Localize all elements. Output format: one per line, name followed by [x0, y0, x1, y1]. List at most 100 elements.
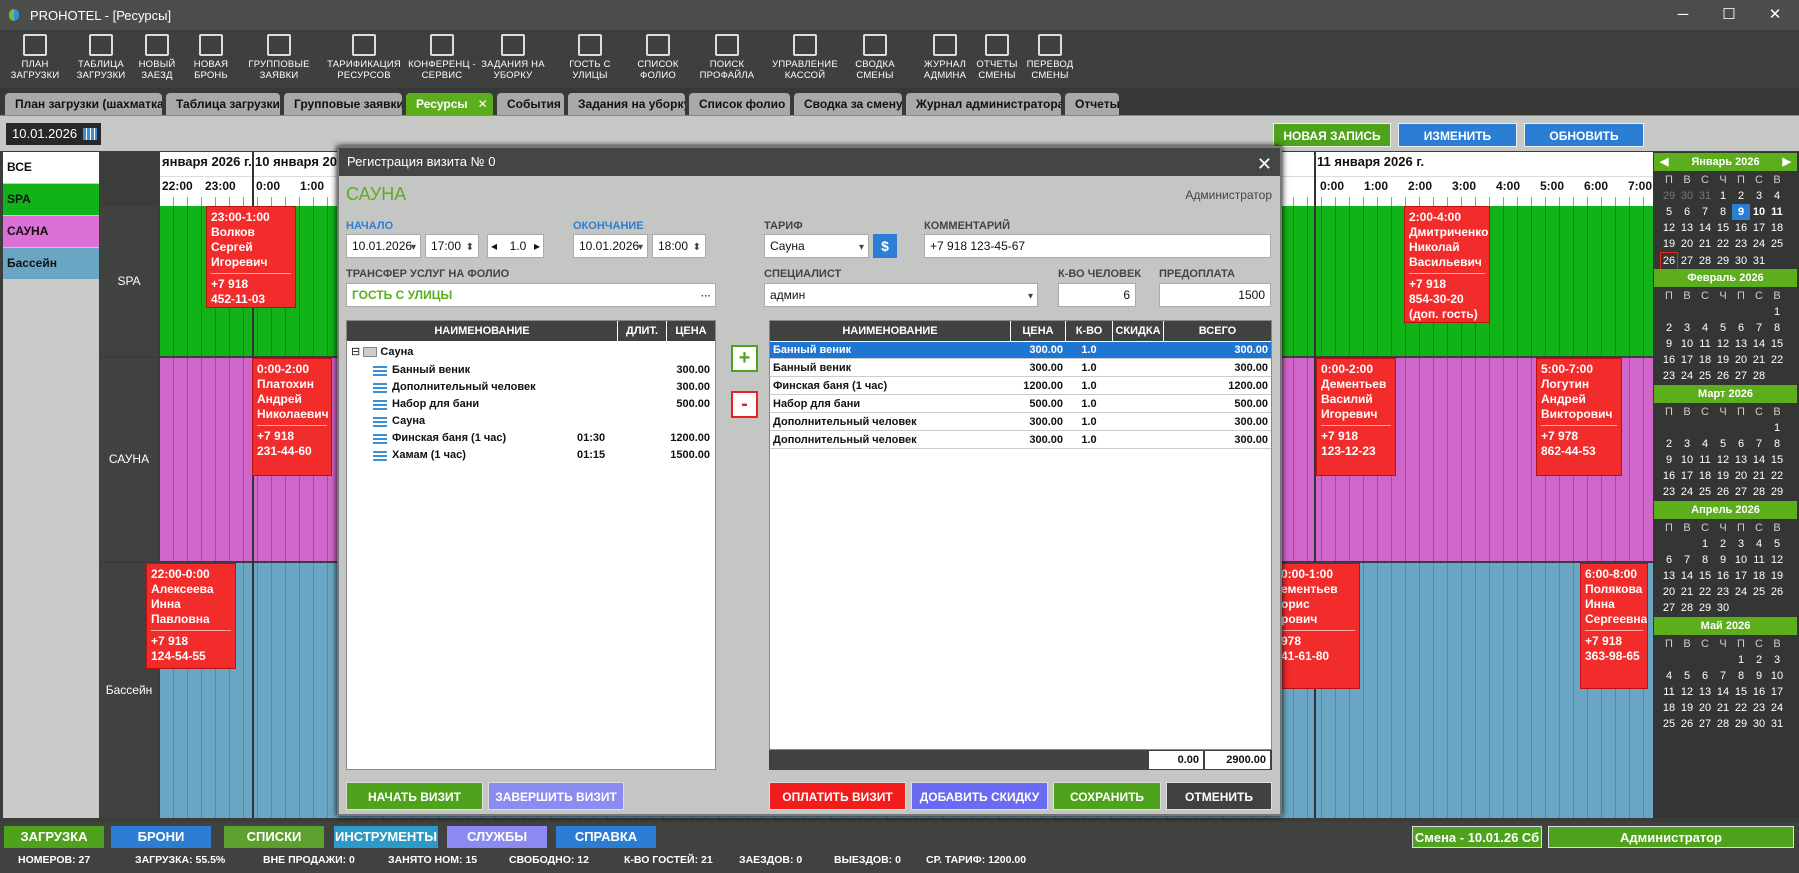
calendar-day[interactable]: 24: [1678, 368, 1696, 384]
pay-visit-button[interactable]: ОПЛАТИТЬ ВИЗИТ: [769, 782, 906, 810]
toolbar-folio-list-button[interactable]: СПИСОК ФОЛИО: [628, 30, 688, 88]
calendar-day[interactable]: 10: [1750, 204, 1768, 220]
calendar-day[interactable]: 15: [1696, 568, 1714, 584]
toolbar-cashbox-button[interactable]: УПРАВЛЕНИЕ КАССОЙ: [760, 30, 850, 88]
calendar-day[interactable]: 30: [1714, 600, 1732, 616]
toolbar-profile-search-button[interactable]: ПОИСК ПРОФАЙЛА: [682, 30, 772, 88]
toolbar-shift-transfer-button[interactable]: ПЕРЕВОД СМЕНЫ: [1010, 30, 1090, 88]
calendar-day[interactable]: 2: [1660, 320, 1678, 336]
calendar-day[interactable]: 26: [1768, 584, 1786, 600]
calendar-day[interactable]: 12: [1768, 552, 1786, 568]
tariff-select[interactable]: Сауна ▾: [764, 234, 869, 258]
calendar-icon[interactable]: [83, 128, 97, 140]
reservation-block[interactable]: 2:00-4:00 Дмитриченко Николай Васильевич +7 …: [1404, 206, 1490, 323]
calendar-day[interactable]: 9: [1660, 452, 1678, 468]
start-time-field[interactable]: 17:00 ⬍: [425, 234, 479, 258]
calendar-day[interactable]: 3: [1678, 320, 1696, 336]
calendar-day[interactable]: 6: [1678, 204, 1696, 220]
toolbar-new-checkin-button[interactable]: НОВЫЙ ЗАЕЗД: [134, 30, 180, 88]
tab-6[interactable]: Задания на уборку: [568, 93, 685, 115]
calendar-day[interactable]: 10: [1678, 452, 1696, 468]
calendar-day[interactable]: 20: [1660, 584, 1678, 600]
tree-root[interactable]: ⊟ Сауна: [351, 342, 413, 362]
calendar-day[interactable]: 18: [1696, 468, 1714, 484]
calendar-day[interactable]: 10: [1732, 552, 1750, 568]
toolbar-group-button[interactable]: ГРУППОВЫЕ ЗАЯВКИ: [244, 30, 314, 88]
calendar-day[interactable]: 23: [1732, 236, 1750, 252]
calendar-day[interactable]: 29: [1732, 716, 1750, 732]
calendar-day[interactable]: 22: [1714, 236, 1732, 252]
toolbar-plan-button[interactable]: ПЛАН ЗАГРУЗКИ: [0, 30, 70, 88]
calendar-day[interactable]: 14: [1750, 336, 1768, 352]
calendar-day[interactable]: 5: [1678, 668, 1696, 684]
calendar-day[interactable]: 28: [1750, 368, 1768, 384]
tab-2[interactable]: Таблица загрузки: [166, 93, 280, 115]
calendar-day[interactable]: 11: [1768, 204, 1786, 220]
calendar-day[interactable]: 1: [1696, 536, 1714, 552]
calendar-day[interactable]: 1: [1768, 304, 1786, 320]
calendar-day[interactable]: 15: [1768, 452, 1786, 468]
calendar-day[interactable]: 8: [1768, 436, 1786, 452]
calendar-day[interactable]: 30: [1678, 188, 1696, 204]
calendar-day[interactable]: 21: [1678, 584, 1696, 600]
toolbar-cleaning-button[interactable]: ЗАДАНИЯ НА УБОРКУ: [473, 30, 553, 88]
calendar-day[interactable]: 21: [1714, 700, 1732, 716]
calendar-day[interactable]: 16: [1660, 352, 1678, 368]
next-month-icon[interactable]: ▶: [1783, 153, 1791, 171]
calendar-day[interactable]: 3: [1768, 652, 1786, 668]
start-date-field[interactable]: 10.01.2026 ▾: [346, 234, 421, 258]
calendar-day[interactable]: 1: [1714, 188, 1732, 204]
calendar-day[interactable]: 11: [1660, 684, 1678, 700]
calendar-day[interactable]: 22: [1732, 700, 1750, 716]
calendar-day[interactable]: 17: [1768, 684, 1786, 700]
nav-services[interactable]: СЛУЖБЫ: [447, 826, 547, 848]
refresh-data-button[interactable]: ОБНОВИТЬ ДАННЫЕ: [1524, 123, 1644, 167]
prepay-input[interactable]: 1500: [1159, 283, 1271, 307]
calendar-day[interactable]: 25: [1768, 236, 1786, 252]
calendar-day[interactable]: 16: [1660, 468, 1678, 484]
tab-1[interactable]: План загрузки (шахматка): [5, 93, 162, 115]
nav-bookings[interactable]: БРОНИ: [111, 826, 211, 848]
calendar-day[interactable]: 6: [1696, 668, 1714, 684]
calendar-day[interactable]: 10: [1678, 336, 1696, 352]
calendar-day[interactable]: 22: [1768, 352, 1786, 368]
calendar-day[interactable]: 7: [1750, 320, 1768, 336]
calendar-day[interactable]: 5: [1714, 436, 1732, 452]
calendar-day[interactable]: 4: [1696, 320, 1714, 336]
calendar-day[interactable]: 13: [1732, 336, 1750, 352]
calendar-day[interactable]: 14: [1750, 452, 1768, 468]
calendar-day[interactable]: 22: [1768, 468, 1786, 484]
calendar-day[interactable]: 18: [1696, 352, 1714, 368]
calendar-day[interactable]: 14: [1714, 684, 1732, 700]
calendar-day[interactable]: 29: [1768, 484, 1786, 500]
calendar-day[interactable]: 28: [1714, 716, 1732, 732]
calendar-day[interactable]: 2: [1660, 436, 1678, 452]
calendar-day[interactable]: 24: [1732, 584, 1750, 600]
calendar-day[interactable]: 13: [1732, 452, 1750, 468]
calendar-day[interactable]: 25: [1696, 484, 1714, 500]
calendar-day[interactable]: 24: [1678, 484, 1696, 500]
end-date-field[interactable]: 10.01.2026 ▾: [573, 234, 648, 258]
currency-button[interactable]: $: [873, 234, 897, 258]
toolbar-new-booking-button[interactable]: НОВАЯ БРОНЬ: [183, 30, 239, 88]
calendar-day[interactable]: 8: [1714, 204, 1732, 220]
maximize-button[interactable]: ☐: [1706, 0, 1752, 30]
calendar-day[interactable]: 27: [1678, 253, 1696, 269]
calendar-day[interactable]: 18: [1660, 700, 1678, 716]
calendar-day[interactable]: 2: [1732, 188, 1750, 204]
calendar-day[interactable]: 23: [1714, 584, 1732, 600]
calendar-day[interactable]: 18: [1768, 220, 1786, 236]
calendar-day[interactable]: 8: [1696, 552, 1714, 568]
calendar-day[interactable]: 26: [1678, 716, 1696, 732]
close-window-button[interactable]: ✕: [1752, 0, 1798, 30]
cancel-button[interactable]: ОТМЕНИТЬ: [1166, 782, 1272, 810]
calendar-day[interactable]: 9: [1732, 204, 1750, 220]
calendar-day[interactable]: 31: [1696, 188, 1714, 204]
calendar-day[interactable]: 29: [1714, 253, 1732, 269]
calendar-day[interactable]: 1: [1768, 420, 1786, 436]
remove-service-button[interactable]: -: [731, 391, 758, 418]
calendar-day[interactable]: 8: [1732, 668, 1750, 684]
calendar-day[interactable]: 25: [1696, 368, 1714, 384]
calendar-day[interactable]: 31: [1750, 253, 1768, 269]
calendar-day[interactable]: 25: [1660, 716, 1678, 732]
